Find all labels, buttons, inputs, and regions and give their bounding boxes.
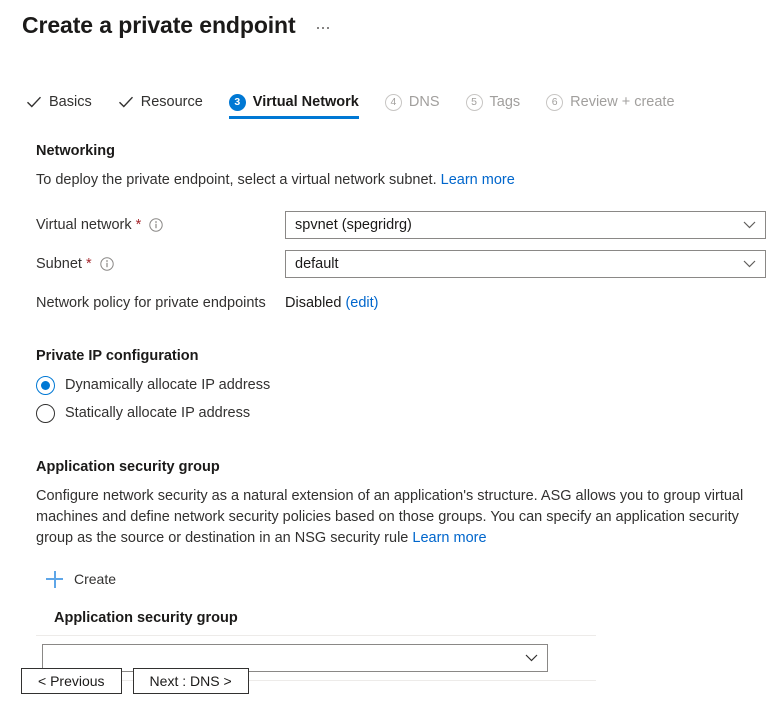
- virtual-network-select[interactable]: spvnet (spegridrg): [285, 211, 766, 239]
- info-icon[interactable]: [149, 218, 163, 232]
- check-icon: [26, 94, 42, 110]
- radio-statically-allocate[interactable]: Statically allocate IP address: [36, 401, 767, 425]
- tab-label: Tags: [490, 93, 521, 111]
- ellipsis-dot: [322, 27, 325, 30]
- asg-heading: Application security group: [36, 459, 767, 475]
- networking-description-text: To deploy the private endpoint, select a…: [36, 172, 437, 188]
- next-dns-button[interactable]: Next : DNS >: [133, 668, 249, 694]
- networking-heading: Networking: [36, 143, 767, 159]
- tab-resource[interactable]: Resource: [118, 85, 203, 119]
- tab-label: DNS: [409, 93, 440, 111]
- ellipsis-dot: [317, 27, 320, 30]
- asg-description-text: Configure network security as a natural …: [36, 488, 743, 546]
- tab-label: Basics: [49, 93, 92, 111]
- radio-button-selected[interactable]: [36, 376, 55, 395]
- tab-virtual-network[interactable]: 3 Virtual Network: [229, 85, 359, 119]
- subnet-label: Subnet *: [36, 254, 285, 274]
- network-policy-value-group: Disabled (edit): [285, 293, 379, 313]
- tab-review-create[interactable]: 6 Review + create: [546, 85, 674, 119]
- radio-dynamically-allocate[interactable]: Dynamically allocate IP address: [36, 373, 767, 397]
- network-policy-edit-link[interactable]: (edit): [345, 295, 378, 311]
- network-policy-label-text: Network policy for private endpoints: [36, 293, 266, 313]
- subnet-value: default: [286, 254, 339, 274]
- chevron-down-icon: [525, 654, 538, 663]
- step-badge: 4: [385, 94, 402, 111]
- subnet-select[interactable]: default: [285, 250, 766, 278]
- required-asterisk: *: [86, 254, 92, 274]
- subnet-label-text: Subnet: [36, 254, 82, 274]
- radio-label: Statically allocate IP address: [65, 403, 250, 423]
- asg-description: Configure network security as a natural …: [36, 486, 767, 549]
- tab-label: Review + create: [570, 93, 674, 111]
- network-policy-label: Network policy for private endpoints: [36, 293, 285, 313]
- private-ip-heading: Private IP configuration: [36, 348, 767, 364]
- step-badge: 3: [229, 94, 246, 111]
- wizard-footer: < Previous Next : DNS >: [21, 668, 249, 694]
- required-asterisk: *: [136, 215, 142, 235]
- create-asg-label: Create: [74, 570, 116, 588]
- networking-learn-more-link[interactable]: Learn more: [441, 172, 515, 188]
- wizard-tabs: Basics Resource 3 Virtual Network 4 DNS …: [0, 85, 783, 119]
- asg-field-label: Application security group: [54, 610, 767, 626]
- network-policy-row: Network policy for private endpoints Dis…: [36, 288, 767, 318]
- chevron-down-icon: [743, 221, 756, 230]
- chevron-down-icon: [743, 260, 756, 269]
- ellipsis-dot: [327, 27, 330, 30]
- step-badge: 5: [466, 94, 483, 111]
- tab-label: Virtual Network: [253, 93, 359, 111]
- more-options-icon[interactable]: [314, 23, 333, 34]
- tab-basics[interactable]: Basics: [26, 85, 92, 119]
- create-asg-button[interactable]: Create: [46, 570, 132, 588]
- title-bar: Create a private endpoint: [0, 0, 783, 40]
- network-policy-value: Disabled: [285, 295, 341, 311]
- radio-label: Dynamically allocate IP address: [65, 375, 270, 395]
- check-icon: [118, 94, 134, 110]
- info-icon[interactable]: [100, 257, 114, 271]
- tab-dns[interactable]: 4 DNS: [385, 85, 440, 119]
- previous-button[interactable]: < Previous: [21, 668, 122, 694]
- plus-icon: [46, 571, 63, 588]
- virtual-network-row: Virtual network * spvnet (spegridrg): [36, 210, 767, 240]
- subnet-row: Subnet * default: [36, 249, 767, 279]
- page-title: Create a private endpoint: [22, 10, 296, 40]
- network-fields: Virtual network * spvnet (spegridrg): [36, 210, 767, 318]
- virtual-network-label-text: Virtual network: [36, 215, 132, 235]
- step-badge: 6: [546, 94, 563, 111]
- networking-description: To deploy the private endpoint, select a…: [36, 170, 767, 191]
- asg-learn-more-link[interactable]: Learn more: [412, 530, 486, 546]
- virtual-network-value: spvnet (spegridrg): [286, 215, 412, 235]
- radio-button-unselected[interactable]: [36, 404, 55, 423]
- private-ip-radio-group: Dynamically allocate IP address Statical…: [36, 373, 767, 425]
- tab-tags[interactable]: 5 Tags: [466, 85, 521, 119]
- virtual-network-label: Virtual network *: [36, 215, 285, 235]
- form-content: Networking To deploy the private endpoin…: [0, 143, 783, 681]
- tab-label: Resource: [141, 93, 203, 111]
